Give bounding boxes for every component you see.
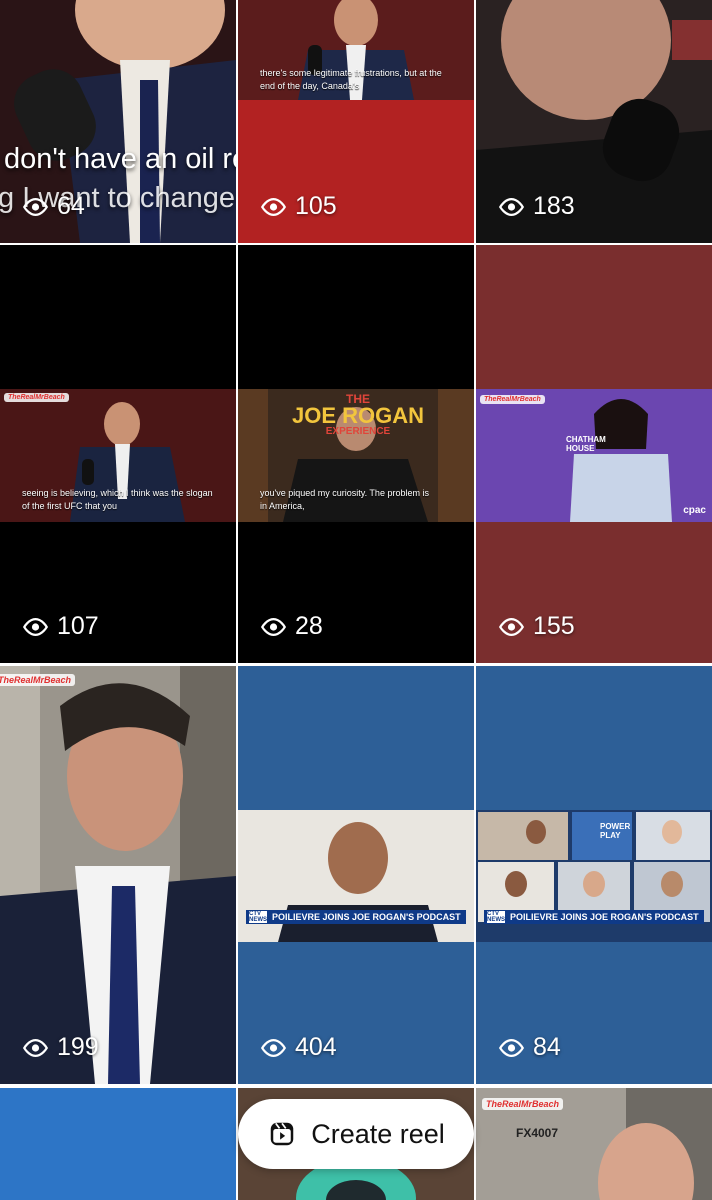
- eye-icon: [498, 197, 525, 216]
- network-logo: CTV NEWS: [249, 911, 267, 923]
- eye-icon: [498, 617, 525, 636]
- eye-icon: [260, 617, 287, 636]
- reel-tile[interactable]: POWER PLAY CTV NEWS POILIEVRE JOINS JOE …: [476, 666, 712, 1084]
- view-count-value: 105: [295, 192, 337, 220]
- venue-sign: CHATHAM HOUSE: [566, 435, 606, 453]
- view-count: 404: [260, 1033, 337, 1062]
- view-count: 28: [260, 612, 323, 641]
- thumbnail: there's some legitimate frustrations, bu…: [238, 0, 474, 100]
- plate-text: FX4007: [516, 1126, 559, 1140]
- view-count-value: 107: [57, 612, 99, 640]
- view-count-value: 84: [533, 1033, 561, 1061]
- view-count-value: 155: [533, 612, 575, 640]
- sign-line-2: JOE ROGAN: [291, 403, 425, 428]
- watermark: TheRealMrBeach: [4, 393, 69, 402]
- reel-tile[interactable]: THE JOE ROGAN EXPERIENCE you've piqued m…: [238, 245, 474, 663]
- network-logo: CTV NEWS: [487, 911, 505, 923]
- watermark: TheRealMrBeach: [0, 674, 76, 686]
- view-count: 84: [498, 1033, 561, 1062]
- reel-tile[interactable]: CTV NEWS POILIEVRE JOINS JOE ROGAN'S POD…: [238, 666, 474, 1084]
- reel-tile[interactable]: [0, 1088, 236, 1200]
- subtitle-caption: there's some legitimate frustrations, bu…: [260, 68, 442, 91]
- sign-line-3: EXPERIENCE: [325, 426, 391, 437]
- thumbnail: CTV NEWS POILIEVRE JOINS JOE ROGAN'S POD…: [238, 810, 474, 942]
- view-count: 107: [22, 612, 99, 641]
- reel-tile[interactable]: 183: [476, 0, 712, 243]
- eye-icon: [498, 1038, 525, 1057]
- create-reel-label: Create reel: [311, 1118, 445, 1149]
- watermark: TheRealMrBeach: [482, 1098, 564, 1110]
- view-count: 183: [498, 192, 575, 221]
- news-banner: CTV NEWS POILIEVRE JOINS JOE ROGAN'S POD…: [484, 910, 704, 924]
- eye-icon: [22, 197, 49, 216]
- reel-tile[interactable]: TheRealMrBeach seeing is believing, whic…: [0, 245, 236, 663]
- thumbnail: [0, 666, 236, 1084]
- subtitle-line-1: don't have an oil re: [4, 143, 236, 175]
- news-banner-text: POILIEVRE JOINS JOE ROGAN'S PODCAST: [510, 912, 699, 922]
- reels-icon: [270, 1122, 294, 1146]
- view-count-value: 64: [57, 192, 85, 220]
- create-reel-button[interactable]: Create reel: [238, 1099, 474, 1169]
- watermark: TheRealMrBeach: [480, 395, 545, 404]
- eye-icon: [22, 617, 49, 636]
- subtitle-caption: seeing is believing, which I think was t…: [22, 488, 213, 511]
- view-count: 199: [22, 1033, 99, 1062]
- reel-tile[interactable]: TheRealMrBeach CHATHAM HOUSE cpac 155: [476, 245, 712, 663]
- thumbnail: TheRealMrBeach CHATHAM HOUSE cpac: [476, 389, 712, 522]
- show-sign: THE JOE ROGAN EXPERIENCE: [288, 393, 428, 437]
- view-count-value: 28: [295, 612, 323, 640]
- eye-icon: [260, 197, 287, 216]
- show-logo: POWER PLAY: [600, 822, 631, 840]
- channel-logo: cpac: [683, 505, 706, 516]
- reels-grid: don't have an oil re g I want to change …: [0, 0, 712, 1200]
- news-banner-text: POILIEVRE JOINS JOE ROGAN'S PODCAST: [272, 912, 461, 922]
- view-count-value: 183: [533, 192, 575, 220]
- thumbnail: THE JOE ROGAN EXPERIENCE you've piqued m…: [238, 389, 474, 522]
- reel-tile[interactable]: TheRealMrBeach FX4007: [476, 1088, 712, 1200]
- view-count-value: 199: [57, 1033, 99, 1061]
- subtitle-caption: you've piqued my curiosity. The problem …: [260, 488, 429, 511]
- view-count: 105: [260, 192, 337, 221]
- view-count: 64: [22, 192, 85, 221]
- thumbnail: POWER PLAY CTV NEWS POILIEVRE JOINS JOE …: [476, 810, 712, 942]
- reel-tile[interactable]: TheRealMrBeach 199: [0, 666, 236, 1084]
- eye-icon: [22, 1038, 49, 1057]
- reel-tile[interactable]: there's some legitimate frustrations, bu…: [238, 0, 474, 243]
- view-count: 155: [498, 612, 575, 641]
- eye-icon: [260, 1038, 287, 1057]
- reel-tile[interactable]: don't have an oil re g I want to change …: [0, 0, 236, 243]
- thumbnail: TheRealMrBeach seeing is believing, whic…: [0, 389, 236, 522]
- view-count-value: 404: [295, 1033, 337, 1061]
- news-banner: CTV NEWS POILIEVRE JOINS JOE ROGAN'S POD…: [246, 910, 466, 924]
